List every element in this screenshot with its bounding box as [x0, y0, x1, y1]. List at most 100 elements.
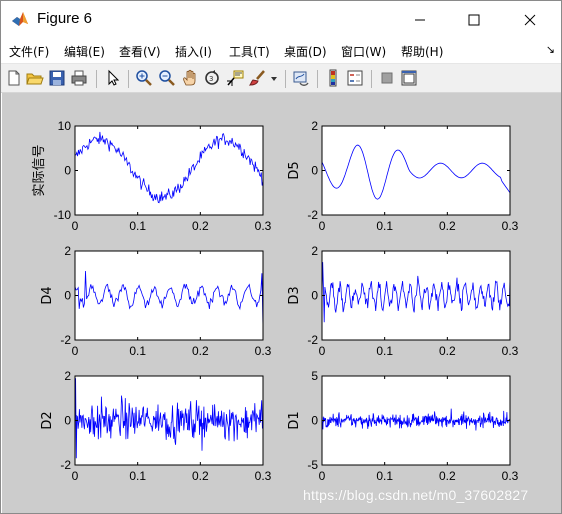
title-bar[interactable]: Figure 6: [1, 1, 561, 39]
subplot-D3[interactable]: 0 0.1 0.2 0.320-2D3: [287, 244, 519, 358]
y-tick-label: -2: [60, 458, 71, 472]
figure-toolbar: 3: [1, 63, 561, 93]
y-tick-label: 0: [64, 164, 71, 178]
brush-dropdown-icon[interactable]: [269, 69, 279, 87]
show-plot-tools-icon[interactable]: [400, 69, 418, 87]
x-tick-label: 0.2: [192, 219, 209, 233]
y-tick-label: 0: [311, 289, 318, 303]
hide-plot-tools-icon[interactable]: [378, 69, 396, 87]
x-tick-label: 0.3: [255, 469, 272, 483]
y-tick-label: 2: [64, 244, 71, 258]
toolbar-separator: [371, 70, 372, 88]
x-tick-label: 0.2: [439, 469, 456, 483]
y-axis-label: D2: [40, 411, 55, 429]
x-tick-label: 0: [72, 344, 79, 358]
y-tick-label: 0: [64, 414, 71, 428]
x-tick-label: 0.2: [439, 344, 456, 358]
link-plot-icon[interactable]: [292, 69, 310, 87]
x-tick-label: 0.1: [129, 344, 146, 358]
x-tick-label: 0: [319, 469, 326, 483]
x-tick-label: 0.3: [502, 344, 519, 358]
menu-desktop[interactable]: 桌面(D): [284, 43, 327, 60]
figure-window: Figure 6 文件(F) 编辑(E) 查看(V) 插入(I) 工具(T) 桌…: [0, 0, 562, 514]
y-axis-label: D4: [40, 286, 55, 304]
y-tick-label: -2: [60, 333, 71, 347]
open-folder-icon[interactable]: [26, 69, 44, 87]
x-tick-label: 0.3: [255, 344, 272, 358]
y-tick-label: -2: [307, 333, 318, 347]
x-tick-label: 0: [319, 344, 326, 358]
maximize-icon: [468, 14, 480, 26]
y-tick-label: 5: [311, 369, 318, 383]
x-tick-label: 0.1: [376, 344, 393, 358]
minimize-icon: [415, 19, 425, 21]
y-tick-label: 2: [311, 119, 318, 133]
menu-file[interactable]: 文件(F): [9, 43, 49, 60]
axes-background: [322, 126, 510, 215]
rotate-3d-icon[interactable]: 3: [203, 69, 221, 87]
axes-background: [75, 251, 263, 340]
data-cursor-icon[interactable]: [226, 69, 244, 87]
new-figure-icon[interactable]: [5, 69, 23, 87]
x-tick-label: 0: [72, 219, 79, 233]
save-icon[interactable]: [48, 69, 66, 87]
x-tick-label: 0.1: [376, 469, 393, 483]
x-tick-label: 0: [72, 469, 79, 483]
print-icon[interactable]: [70, 69, 88, 87]
toolbar-separator: [96, 70, 97, 88]
subplot-D1[interactable]: 0 0.1 0.2 0.350-5D1: [287, 369, 519, 483]
legend-icon[interactable]: [346, 69, 364, 87]
close-icon: [524, 14, 536, 26]
y-tick-label: -2: [307, 208, 318, 222]
chevron-double-icon[interactable]: ↘: [546, 43, 555, 56]
matlab-logo-icon: [12, 12, 28, 26]
brush-icon[interactable]: [249, 69, 267, 87]
x-tick-label: 0.3: [502, 219, 519, 233]
y-axis-label: D1: [287, 411, 302, 429]
y-axis-label: D5: [287, 161, 302, 179]
subplot-D4[interactable]: 0 0.1 0.2 0.320-2D4: [40, 244, 272, 358]
zoom-out-icon[interactable]: [158, 69, 176, 87]
y-tick-label: -10: [54, 208, 72, 222]
pointer-icon[interactable]: [104, 69, 122, 87]
menu-window[interactable]: 窗口(W): [341, 43, 386, 60]
toolbar-separator: [285, 70, 286, 88]
subplot-实际信号[interactable]: 0 0.1 0.2 0.3100-10实际信号: [32, 119, 272, 233]
x-tick-label: 0: [319, 219, 326, 233]
menu-tools[interactable]: 工具(T): [229, 43, 270, 60]
x-tick-label: 0.2: [192, 344, 209, 358]
y-tick-label: 0: [311, 414, 318, 428]
x-tick-label: 0.1: [376, 219, 393, 233]
y-tick-label: -5: [307, 458, 318, 472]
menu-edit[interactable]: 编辑(E): [64, 43, 105, 60]
y-tick-label: 10: [58, 119, 72, 133]
colorbar-icon[interactable]: [324, 69, 342, 87]
svg-text:3: 3: [209, 75, 213, 83]
x-tick-label: 0.3: [502, 469, 519, 483]
figure-canvas[interactable]: 0 0.1 0.2 0.3 10 0 -10 实际信号 0 0.1 0.2 0.3 2 0 -2 D5 0 0.1…: [2, 93, 561, 513]
maximize-button[interactable]: [451, 1, 497, 39]
menu-help[interactable]: 帮助(H): [401, 43, 443, 60]
toolbar-separator: [128, 70, 129, 88]
window-title: Figure 6: [37, 10, 93, 27]
minimize-button[interactable]: [397, 1, 443, 39]
toolbar-separator: [317, 70, 318, 88]
x-tick-label: 0.1: [129, 469, 146, 483]
y-tick-label: 2: [311, 244, 318, 258]
menu-insert[interactable]: 插入(I): [175, 43, 212, 60]
zoom-in-icon[interactable]: [135, 69, 153, 87]
y-tick-label: 0: [311, 164, 318, 178]
y-tick-label: 0: [64, 289, 71, 303]
subplot-D5[interactable]: 0 0.1 0.2 0.320-2D5: [287, 119, 519, 233]
watermark-text: https://blog.csdn.net/m0_37602827: [303, 487, 529, 503]
subplot-grid: 0 0.1 0.2 0.3100-10实际信号0 0.1 0.2 0.320-2D50 0.1…: [32, 119, 519, 483]
x-tick-label: 0.3: [255, 219, 272, 233]
close-button[interactable]: [507, 1, 553, 39]
y-axis-label: D3: [287, 286, 302, 304]
menu-view[interactable]: 查看(V): [119, 43, 161, 60]
subplot-D2[interactable]: 0 0.1 0.2 0.320-2D2: [40, 369, 272, 483]
x-tick-label: 0.2: [439, 219, 456, 233]
pan-hand-icon[interactable]: [181, 69, 199, 87]
menu-bar: 文件(F) 编辑(E) 查看(V) 插入(I) 工具(T) 桌面(D) 窗口(W…: [1, 39, 561, 63]
y-tick-label: 2: [64, 369, 71, 383]
